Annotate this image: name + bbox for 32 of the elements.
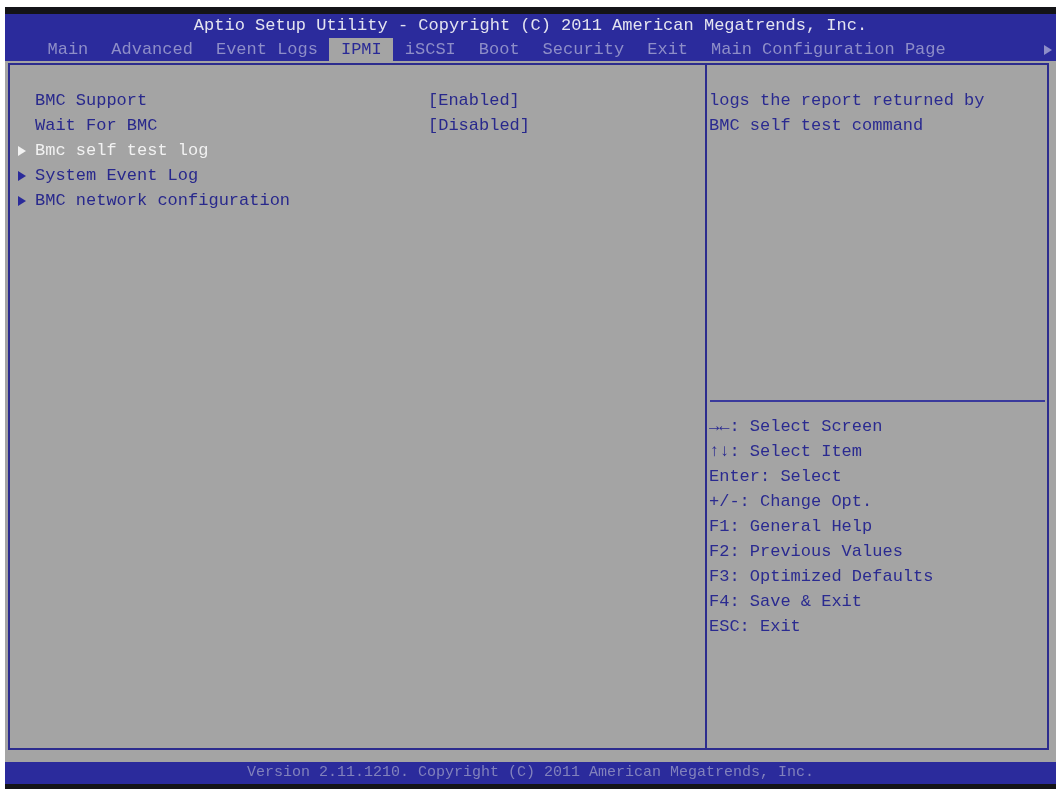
key-hint: →←: Select Screen [709, 416, 883, 438]
menu-tab[interactable]: IPMI [329, 38, 394, 61]
menu-tab[interactable]: Main [36, 38, 100, 61]
setting-value[interactable]: [Enabled] [428, 88, 520, 113]
setting-value[interactable]: [Disabled] [428, 113, 531, 138]
version-text: Version 2.11.1210. Copyright (C) 2011 American Megatrends, Inc. [246, 763, 815, 783]
menu-tab[interactable]: Security [531, 38, 636, 61]
menu-tab[interactable]: Advanced [99, 38, 205, 61]
menu-tab[interactable]: Exit [635, 38, 700, 61]
setting-label[interactable]: Wait For BMC [35, 113, 158, 138]
submenu-item[interactable]: System Event Log [18, 163, 199, 188]
key-hint: Enter: Select [709, 466, 842, 488]
arrow-right-icon [1044, 44, 1052, 55]
key-hint: +/-: Change Opt. [709, 491, 873, 513]
arrow-right-icon [18, 195, 26, 206]
menu-tab[interactable]: Main Configuration Page [699, 38, 958, 61]
arrow-right-icon [18, 145, 26, 156]
key-hint: ↑↓: Select Item [709, 441, 863, 463]
menu-tab[interactable]: Boot [467, 38, 532, 61]
arrow-right-icon [18, 170, 26, 181]
key-hint: ESC: Exit [709, 616, 801, 638]
menu-tab[interactable]: Event Logs [204, 38, 330, 61]
key-hint: F2: Previous Values [709, 541, 903, 563]
key-hint: F1: General Help [709, 516, 873, 538]
submenu-item[interactable]: Bmc self test log [18, 138, 209, 163]
window-title: Aptio Setup Utility - Copyright (C) 2011 American Megatrends, Inc. [193, 15, 868, 37]
help-text: logs the report returned by BMC self test command [709, 90, 986, 137]
menu-tab[interactable]: iSCSI [393, 38, 468, 61]
setting-label[interactable]: BMC Support [35, 88, 148, 113]
submenu-item[interactable]: BMC network configuration [18, 188, 291, 213]
key-hint: F4: Save & Exit [709, 591, 863, 613]
key-hint: F3: Optimized Defaults [709, 566, 934, 588]
